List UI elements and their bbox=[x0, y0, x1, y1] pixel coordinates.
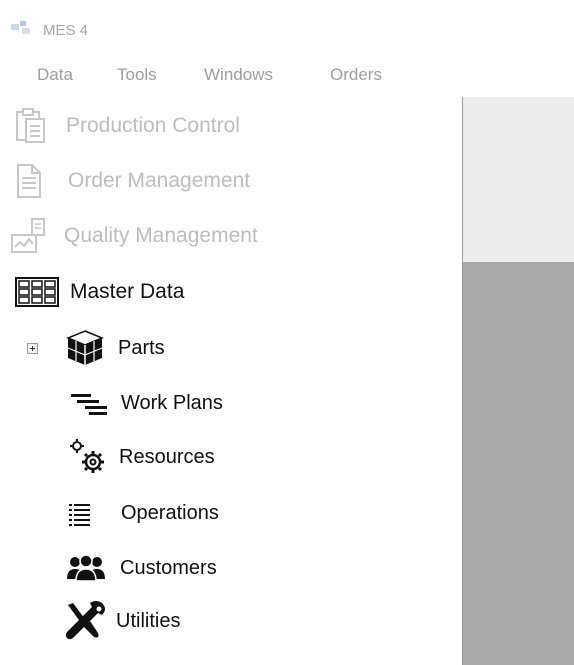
menu-windows[interactable]: Windows bbox=[204, 65, 273, 85]
nav-work-plans[interactable]: Work Plans bbox=[69, 382, 223, 424]
nav-customers[interactable]: Customers bbox=[66, 547, 217, 589]
nav-production-control[interactable]: Production Control bbox=[14, 105, 240, 147]
nav-label: Work Plans bbox=[121, 391, 223, 414]
nav-utilities[interactable]: Utilities bbox=[64, 600, 180, 642]
document-icon bbox=[17, 164, 41, 198]
menu-data[interactable]: Data bbox=[37, 65, 73, 85]
menu-tools[interactable]: Tools bbox=[117, 65, 157, 85]
gears-icon bbox=[70, 439, 104, 473]
expand-parts-toggle[interactable] bbox=[27, 343, 38, 354]
nav-operations[interactable]: Operations bbox=[69, 492, 219, 534]
nav-quality-management[interactable]: Quality Management bbox=[10, 215, 258, 257]
wrench-screwdriver-icon bbox=[65, 601, 105, 640]
nav-master-data[interactable]: Master Data bbox=[14, 271, 184, 313]
nav-label: Parts bbox=[118, 336, 165, 359]
content-header-pane bbox=[463, 97, 574, 262]
nav-resources[interactable]: Resources bbox=[69, 436, 215, 478]
nav-label: Operations bbox=[121, 501, 219, 524]
list-lines-icon bbox=[69, 504, 90, 526]
menu-orders[interactable]: Orders bbox=[330, 65, 382, 85]
nav-label: Resources bbox=[119, 445, 215, 468]
title-bar: MES 4 bbox=[0, 0, 574, 52]
nav-label: Production Control bbox=[66, 114, 240, 137]
cubes-icon bbox=[66, 330, 104, 365]
nav-parts[interactable]: Parts bbox=[64, 327, 165, 369]
clipboard-document-icon bbox=[16, 108, 45, 143]
grid-table-icon bbox=[15, 277, 59, 307]
chart-document-icon bbox=[11, 218, 45, 253]
content-area bbox=[462, 97, 574, 665]
app-icon bbox=[11, 21, 30, 34]
nav-label: Quality Management bbox=[64, 224, 258, 247]
gantt-bars-icon bbox=[71, 394, 107, 415]
menu-bar: Data Tools Windows Orders bbox=[0, 52, 574, 97]
nav-label: Customers bbox=[120, 556, 217, 579]
nav-label: Utilities bbox=[116, 609, 181, 632]
nav-label: Order Management bbox=[68, 169, 251, 192]
users-group-icon bbox=[67, 554, 105, 582]
window-title: MES 4 bbox=[43, 22, 89, 39]
nav-order-management[interactable]: Order Management bbox=[14, 160, 250, 202]
nav-label: Master Data bbox=[70, 280, 185, 303]
